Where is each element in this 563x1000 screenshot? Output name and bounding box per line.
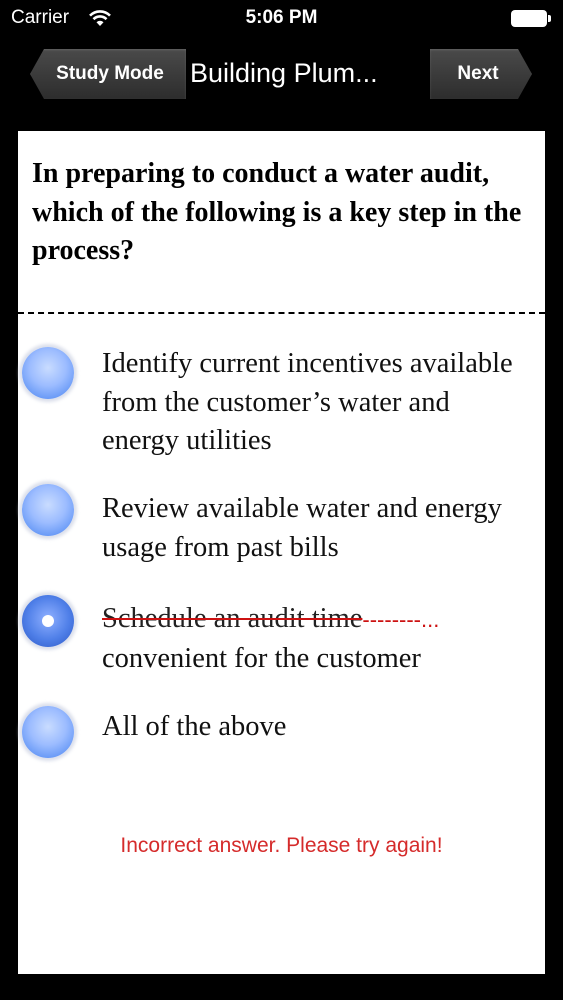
answer-option-label: Review available water and energy usage … <box>102 493 502 563</box>
answer-option-label: Schedule an audit time--------... conven… <box>102 600 542 678</box>
question-card: In preparing to conduct a water audit, w… <box>18 131 545 974</box>
radio-selected-dot <box>42 615 54 627</box>
struck-answer-text: Schedule an audit time <box>102 603 363 634</box>
next-button[interactable]: Next <box>430 49 532 99</box>
incorrect-answer-line: Schedule an audit time--------... <box>102 600 542 640</box>
clock: 5:06 PM <box>245 7 318 28</box>
radio-button[interactable] <box>22 347 74 399</box>
divider <box>18 312 545 314</box>
question-text: In preparing to conduct a water audit, w… <box>32 158 522 266</box>
navigation-bar: Study Mode Building Plum... Next <box>0 38 563 114</box>
incorrect-dashes: --------... <box>362 607 440 632</box>
answer-option-label-line2: convenient for the customer <box>102 642 421 674</box>
radio-button[interactable] <box>22 706 74 758</box>
study-mode-button[interactable]: Study Mode <box>30 49 186 99</box>
radio-button[interactable] <box>22 484 74 536</box>
answer-option-label: All of the above <box>102 711 287 742</box>
answer-option-label: Identify current incentives available fr… <box>102 348 513 456</box>
page-title: Building Plum... <box>190 58 378 88</box>
radio-button-selected[interactable] <box>22 595 74 647</box>
status-bar: Carrier 5:06 PM <box>0 0 563 38</box>
feedback-message: Incorrect answer. Please try again! <box>120 834 443 857</box>
battery-icon <box>511 10 551 27</box>
